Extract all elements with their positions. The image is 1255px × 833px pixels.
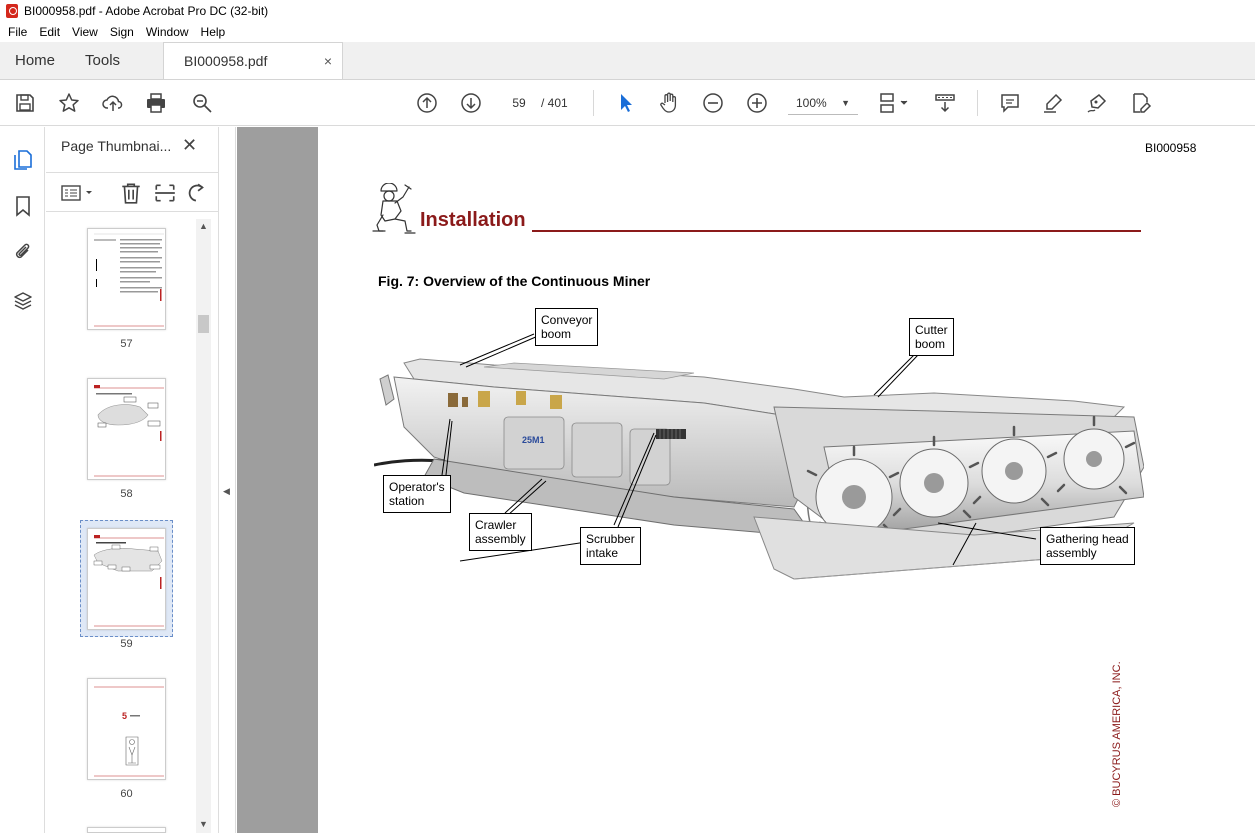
extract-pages-icon[interactable] bbox=[153, 181, 177, 208]
navigation-rail bbox=[0, 127, 45, 833]
edit-document-icon[interactable] bbox=[1129, 91, 1153, 115]
select-cursor-icon[interactable] bbox=[614, 91, 638, 115]
menu-view[interactable]: View bbox=[66, 25, 104, 39]
delete-page-icon[interactable] bbox=[119, 181, 143, 208]
menu-file[interactable]: File bbox=[2, 25, 33, 39]
highlight-pen-icon[interactable] bbox=[1041, 91, 1065, 115]
save-icon[interactable] bbox=[13, 91, 37, 115]
chevron-down-icon: ▼ bbox=[841, 97, 850, 108]
thumbnail-page-59[interactable] bbox=[87, 528, 166, 630]
pdf-page: BI000958 Installation Fig. 7: Overview o… bbox=[318, 127, 1255, 833]
page-display-icon[interactable] bbox=[877, 91, 913, 115]
thumbnail-options-icon[interactable] bbox=[60, 182, 96, 207]
callout-gathering-head-assembly: Gathering head assembly bbox=[1040, 527, 1135, 565]
copyright-notice: © BUCYRUS AMERICA, INC. bbox=[1111, 661, 1123, 807]
callout-conveyor-boom: Conveyor boom bbox=[535, 308, 599, 346]
thumbnail-scrollbar[interactable]: ▲ ▼ bbox=[196, 219, 211, 833]
thumbnail-label-58: 58 bbox=[120, 488, 133, 500]
thumbnail-page-61[interactable] bbox=[87, 827, 166, 833]
callout-cutter-boom: Cutter boom bbox=[909, 318, 954, 356]
tab-document[interactable]: BI000958.pdf × bbox=[163, 42, 344, 79]
thumbnail-label-57: 57 bbox=[120, 338, 133, 350]
zoom-search-icon[interactable] bbox=[190, 91, 214, 115]
collapse-panel-icon[interactable]: ◀ bbox=[223, 486, 230, 497]
bookmark-icon[interactable] bbox=[11, 194, 35, 218]
rotate-page-icon[interactable] bbox=[187, 181, 207, 208]
thumbnail-page-60[interactable]: 5 bbox=[87, 678, 166, 780]
thumbnail-label-59: 59 bbox=[120, 638, 133, 650]
title-bar: BI000958.pdf - Adobe Acrobat Pro DC (32-… bbox=[0, 0, 1255, 22]
thumbnail-toolbar bbox=[46, 172, 219, 212]
comment-icon[interactable] bbox=[998, 91, 1022, 115]
callout-scrubber-intake: Scrubber intake bbox=[580, 527, 641, 565]
zoom-level-value: 100% bbox=[796, 95, 827, 110]
scroll-mode-icon[interactable] bbox=[933, 91, 957, 115]
print-icon[interactable] bbox=[144, 91, 168, 115]
page-total: / 401 bbox=[541, 96, 568, 110]
acrobat-app-icon bbox=[6, 4, 18, 18]
callout-crawler-assembly: Crawler assembly bbox=[469, 513, 532, 551]
tab-home[interactable]: Home bbox=[0, 42, 70, 79]
thumbnail-page-58[interactable] bbox=[87, 378, 166, 480]
tab-bar: Home Tools BI000958.pdf × bbox=[0, 42, 1255, 80]
thumbnail-panel: Page Thumbnai... ✕ 57 58 59 5 60 ▲ ▼ bbox=[46, 127, 219, 833]
sign-pen-icon[interactable] bbox=[1085, 91, 1109, 115]
document-tab-label: BI000958.pdf bbox=[184, 53, 268, 69]
attachment-icon[interactable] bbox=[11, 240, 35, 264]
layers-icon[interactable] bbox=[11, 289, 35, 313]
next-page-icon[interactable] bbox=[459, 91, 483, 115]
scroll-down-icon[interactable]: ▼ bbox=[199, 819, 208, 829]
callout-operators-station: Operator's station bbox=[383, 475, 451, 513]
thumbnail-page-57[interactable] bbox=[87, 228, 166, 330]
menu-window[interactable]: Window bbox=[140, 25, 195, 39]
menu-sign[interactable]: Sign bbox=[104, 25, 140, 39]
panel-collapse-strip[interactable]: ◀ bbox=[220, 127, 236, 833]
close-tab-icon[interactable]: × bbox=[324, 53, 332, 69]
star-icon[interactable] bbox=[57, 91, 81, 115]
zoom-in-icon[interactable] bbox=[745, 91, 769, 115]
scroll-up-icon[interactable]: ▲ bbox=[199, 221, 208, 231]
toolbar-divider bbox=[977, 90, 978, 116]
menu-help[interactable]: Help bbox=[195, 25, 232, 39]
window-title: BI000958.pdf - Adobe Acrobat Pro DC (32-… bbox=[24, 4, 269, 18]
menu-edit[interactable]: Edit bbox=[33, 25, 66, 39]
previous-page-icon[interactable] bbox=[415, 91, 439, 115]
thumbnail-label-60: 60 bbox=[120, 788, 133, 800]
panel-title: Page Thumbnai... bbox=[61, 138, 172, 154]
hand-tool-icon[interactable] bbox=[657, 91, 681, 115]
close-panel-icon[interactable]: ✕ bbox=[182, 135, 197, 156]
page-number-input[interactable] bbox=[501, 91, 537, 115]
toolbar-divider bbox=[593, 90, 594, 116]
document-viewport[interactable]: BI000958 Installation Fig. 7: Overview o… bbox=[237, 127, 1255, 833]
menu-bar: File Edit View Sign Window Help bbox=[0, 22, 1255, 42]
zoom-out-icon[interactable] bbox=[701, 91, 725, 115]
page-thumbnails-icon[interactable] bbox=[11, 148, 35, 172]
scrollbar-thumb[interactable] bbox=[198, 315, 209, 333]
cloud-upload-icon[interactable] bbox=[101, 91, 125, 115]
zoom-level-select[interactable]: 100% ▼ bbox=[788, 91, 858, 115]
tab-tools[interactable]: Tools bbox=[70, 42, 135, 79]
thumb-chapter-number: 5 bbox=[122, 711, 127, 721]
